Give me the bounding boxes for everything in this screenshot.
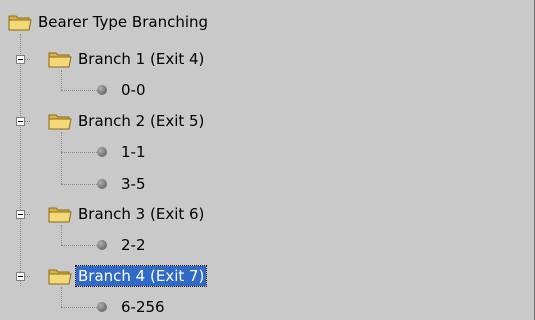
tree-connector <box>61 70 62 90</box>
tree-connector <box>61 90 99 91</box>
leaf-dot-icon <box>97 302 107 312</box>
tree-leaf[interactable]: 1-1 <box>97 140 148 164</box>
tree-root[interactable]: Bearer Type Branching <box>8 10 210 34</box>
tree-leaf[interactable]: 6-256 <box>97 295 167 319</box>
tree-connector <box>61 225 62 245</box>
collapse-toggle-branch-1[interactable] <box>16 55 25 64</box>
tree-branch-1[interactable]: Branch 1 (Exit 4) <box>48 47 206 71</box>
tree-connector <box>61 152 99 153</box>
leaf-dot-icon <box>97 240 107 250</box>
tree-leaf[interactable]: 0-0 <box>97 78 148 102</box>
folder-open-icon <box>48 114 72 130</box>
tree-leaf-label: 6-256 <box>121 298 165 316</box>
tree-leaf[interactable]: 2-2 <box>97 233 148 257</box>
tree-branch-4[interactable]: Branch 4 (Exit 7) <box>48 264 208 288</box>
folder-open-icon <box>48 269 72 285</box>
tree-branch-label-selected: Branch 4 (Exit 7) <box>74 265 208 287</box>
tree-branch-2[interactable]: Branch 2 (Exit 5) <box>48 109 206 133</box>
tree-connector <box>20 34 21 286</box>
tree-leaf-label: 1-1 <box>121 143 146 161</box>
leaf-dot-icon <box>97 147 107 157</box>
leaf-dot-icon <box>97 85 107 95</box>
folder-open-icon <box>48 207 72 223</box>
tree-leaf-label: 3-5 <box>121 175 146 193</box>
tree-connector <box>61 132 62 184</box>
tree-branch-label: Branch 3 (Exit 6) <box>78 205 205 223</box>
folder-open-icon <box>8 15 32 31</box>
tree-view[interactable]: Bearer Type Branching Branch 1 (Exit 4) … <box>0 0 535 320</box>
folder-open-icon <box>48 52 72 68</box>
tree-leaf-label: 0-0 <box>121 81 146 99</box>
tree-connector <box>61 307 99 308</box>
tree-leaf-label: 2-2 <box>121 236 146 254</box>
tree-branch-3[interactable]: Branch 3 (Exit 6) <box>48 202 206 226</box>
tree-connector <box>61 287 62 307</box>
tree-connector <box>61 245 99 246</box>
tree-connector <box>61 184 99 185</box>
tree-branch-label: Branch 1 (Exit 4) <box>78 50 205 68</box>
collapse-toggle-branch-3[interactable] <box>16 210 25 219</box>
collapse-toggle-branch-4[interactable] <box>16 272 25 281</box>
tree-leaf[interactable]: 3-5 <box>97 172 148 196</box>
collapse-toggle-branch-2[interactable] <box>16 117 25 126</box>
tree-root-label: Bearer Type Branching <box>38 13 209 31</box>
tree-branch-label: Branch 2 (Exit 5) <box>78 112 205 130</box>
leaf-dot-icon <box>97 179 107 189</box>
